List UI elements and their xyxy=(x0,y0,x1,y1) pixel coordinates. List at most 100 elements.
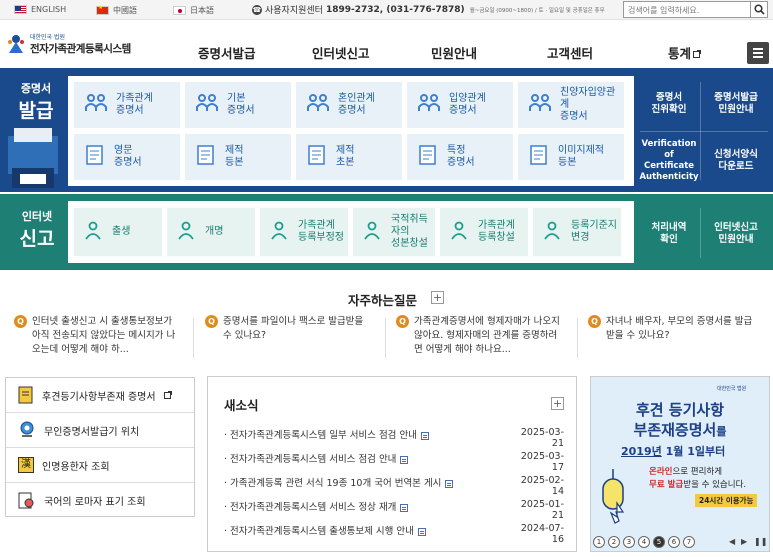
all-menu-button[interactable] xyxy=(747,42,769,64)
tile-line: 입양관계 xyxy=(449,93,486,104)
pause-icon[interactable]: ❚❚ xyxy=(754,536,767,548)
faq-title: 자주하는질문 xyxy=(348,293,418,308)
news-title: 새소식 xyxy=(224,398,259,413)
banner-page-dot[interactable]: 5 xyxy=(653,536,665,548)
certificate-tile[interactable]: 가족관계 증명서 xyxy=(74,82,180,128)
quick-link-guardianship[interactable]: 후견등기사항부존재 증명서 xyxy=(6,378,194,413)
banner-page-dot[interactable]: 7 xyxy=(683,536,695,548)
form-download-link[interactable]: 신청서양식 다운로드 xyxy=(704,138,768,184)
verification-english-link[interactable]: Verification of Certificate Authenticity xyxy=(636,138,702,184)
next-arrow-icon[interactable]: ▶ xyxy=(741,536,747,548)
banner-sub-strong: 온라인 xyxy=(649,467,673,477)
people-icon xyxy=(417,93,441,117)
news-row[interactable]: · 전자가족관계등록시스템 서비스 정상 재개 2025-01-21 xyxy=(224,499,564,521)
news-item-title: · 전자가족관계등록시스템 서비스 점검 안내 xyxy=(224,451,514,473)
tile-line: 국적취득자의 xyxy=(391,214,428,237)
certificate-tile[interactable]: 이미지제적 등본 xyxy=(518,134,624,180)
report-guide-link[interactable]: 인터넷신고 민원안내 xyxy=(704,214,768,254)
tile-line: 증명서 xyxy=(227,105,255,116)
faq-more-button[interactable]: + xyxy=(431,291,444,304)
search-input[interactable]: 검색어를 입력하세요. xyxy=(623,1,751,18)
section-title-line: 증명서 xyxy=(20,82,52,95)
language-japanese[interactable]: 日本語 xyxy=(173,5,214,16)
certificate-tile-label: 가족관계 증명서 xyxy=(116,93,153,117)
report-section-title: 인터넷 신고 xyxy=(14,208,60,251)
news-more-button[interactable]: + xyxy=(551,397,564,410)
hotline: ☎ 사용자지원센터 1899-2732, (031-776-7878) 월~금요… xyxy=(252,3,605,16)
certificate-tile[interactable]: 친양자입양관계 증명서 xyxy=(518,82,624,128)
certificate-tile[interactable]: 제적 등본 xyxy=(185,134,291,180)
report-tile[interactable]: 가족관계 등록창설 xyxy=(440,208,528,256)
banner-year: 2019년 xyxy=(621,445,662,458)
report-tile[interactable]: 등록기준지 변경 xyxy=(533,208,621,256)
quick-link-hanja-lookup[interactable]: 漢 인명용한자 조회 xyxy=(6,448,194,483)
gnb-certificates[interactable]: 증명서발급 xyxy=(198,43,256,62)
external-link-icon xyxy=(693,50,702,58)
hotline-hours: 월~금요일 (0900~1800) / 토 · 일요일 및 공휴일은 휴무 xyxy=(469,7,605,14)
gnb-customer-center[interactable]: 고객센터 xyxy=(547,43,593,62)
news-panel: 새소식 + · 전자가족관계등록시스템 일부 서비스 점검 안내 2025-03-… xyxy=(207,376,577,552)
report-tile[interactable]: 가족관계 등록부정정 xyxy=(260,208,348,256)
header: 대한민국 법원 전자가족관계등록시스템 증명서발급 인터넷신고 민원안내 고객센… xyxy=(0,20,773,68)
news-date: 2024-07-16 xyxy=(520,523,564,545)
banner-page-dot[interactable]: 2 xyxy=(608,536,620,548)
certificate-tile[interactable]: 영문 증명서 xyxy=(74,134,180,180)
certificate-tile[interactable]: 특정 증명서 xyxy=(407,134,513,180)
news-row[interactable]: · 전자가족관계등록시스템 일부 서비스 점검 안내 2025-03-21 xyxy=(224,427,564,449)
question-icon: Q xyxy=(396,315,409,328)
promo-banner[interactable]: 대한민국 법원 후견 등기사항 부존재증명서를 2019년 1월 1일부터 온라… xyxy=(590,376,770,552)
report-tile[interactable]: 국적취득자의 성본창설 xyxy=(353,208,435,256)
divider xyxy=(640,131,768,132)
divider xyxy=(700,208,701,258)
divider xyxy=(193,318,194,358)
gnb-civil-guide[interactable]: 민원안내 xyxy=(431,43,477,62)
faq-item[interactable]: Q 자녀나 배우자, 부모의 증명서를 발급 받을 수 있나요? xyxy=(588,315,768,343)
quick-link-label: 국어의 로마자 표기 조회 xyxy=(44,497,146,508)
tile-line: 성본창설 xyxy=(391,238,428,249)
language-chinese[interactable]: 中國語 xyxy=(96,4,137,16)
gnb-internet-report[interactable]: 인터넷신고 xyxy=(312,43,370,62)
certificate-tile[interactable]: 기본 증명서 xyxy=(185,82,291,128)
news-text: 전자가족관계등록시스템 출생통보제 시행 안내 xyxy=(230,526,414,537)
faq-item[interactable]: Q 가족관계증명서에 형제자매가 나오지 않아요. 형제자매의 관계를 증명하려 면… xyxy=(396,315,576,357)
link-line: Verification of xyxy=(641,139,697,160)
new-post-icon xyxy=(420,431,429,440)
faq-line: 증명서를 파일이나 팩스로 발급받을 xyxy=(223,316,364,327)
report-icon xyxy=(270,220,290,244)
court-logo-icon xyxy=(6,33,26,55)
prev-arrow-icon[interactable]: ◀ xyxy=(729,536,735,548)
banner-page-dot[interactable]: 4 xyxy=(638,536,650,548)
banner-page-dot[interactable]: 3 xyxy=(623,536,635,548)
banner-date-rest: 1월 1일부터 xyxy=(665,445,726,458)
faq-line: 인터넷 출생신고 시 출생통보정보가 xyxy=(32,316,173,327)
gnb-statistics-label: 통계 xyxy=(668,46,692,61)
people-icon xyxy=(528,93,552,117)
news-row[interactable]: · 가족관계등록 관련 서식 19종 10개 국어 번역본 게시 2025-02-… xyxy=(224,475,564,497)
document-icon xyxy=(417,144,439,170)
report-status-link[interactable]: 처리내역 확인 xyxy=(638,214,700,254)
banner-page-dot[interactable]: 1 xyxy=(593,536,605,548)
divider xyxy=(385,318,386,358)
tile-line: 친양자입양관계 xyxy=(560,87,616,110)
report-tile[interactable]: 개명 xyxy=(167,208,255,256)
tile-line: 변경 xyxy=(571,232,590,243)
certificate-tile[interactable]: 입양관계 증명서 xyxy=(407,82,513,128)
faq-item[interactable]: Q 증명서를 파일이나 팩스로 발급받을 수 있나요? xyxy=(205,315,385,343)
language-english[interactable]: ENGLISH xyxy=(14,5,66,14)
certificate-tile[interactable]: 제적 초본 xyxy=(296,134,402,180)
certificate-guide-link[interactable]: 증명서발급 민원안내 xyxy=(704,84,768,124)
certificate-tile[interactable]: 혼인관계 증명서 xyxy=(296,82,402,128)
search-icon xyxy=(753,4,765,15)
gnb-statistics[interactable]: 통계 xyxy=(668,43,702,62)
quick-link-romanization[interactable]: 국어의 로마자 표기 조회 xyxy=(6,483,194,518)
report-tile[interactable]: 출생 xyxy=(74,208,162,256)
search-button[interactable] xyxy=(751,1,768,18)
tile-line: 초본 xyxy=(336,157,355,168)
news-row[interactable]: · 전자가족관계등록시스템 출생통보제 시행 안내 2024-07-16 xyxy=(224,523,564,545)
news-row[interactable]: · 전자가족관계등록시스템 서비스 점검 안내 2025-03-17 xyxy=(224,451,564,473)
quick-link-kiosk-location[interactable]: 무인증명서발급기 위치 xyxy=(6,413,194,448)
verify-certificate-link[interactable]: 증명서 진위확인 xyxy=(638,84,700,124)
banner-page-dot[interactable]: 6 xyxy=(668,536,680,548)
faq-item[interactable]: Q 인터넷 출생신고 시 출생통보정보가 아직 전송되지 않았다는 메시지가 나오… xyxy=(14,315,194,357)
site-logo[interactable]: 대한민국 법원 전자가족관계등록시스템 xyxy=(6,32,131,56)
